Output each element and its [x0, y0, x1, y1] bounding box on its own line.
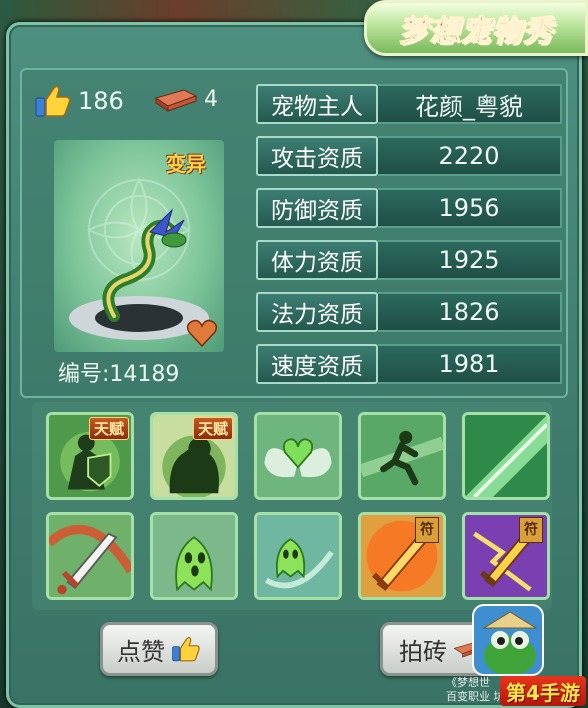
attr-label: 速度资质: [256, 344, 378, 384]
sword-icon: [49, 515, 131, 597]
skill-lightning-sword[interactable]: 符: [462, 512, 550, 600]
attr-label: 防御资质: [256, 188, 378, 228]
like-button[interactable]: 点赞: [100, 622, 218, 676]
skill-badge: 符: [415, 517, 439, 543]
skill-beast[interactable]: 天赋: [150, 412, 238, 500]
skill-dash[interactable]: [358, 412, 446, 500]
winged-heart-icon: [257, 415, 339, 497]
attr-label: 攻击资质: [256, 136, 378, 176]
running-figure-icon: [361, 415, 443, 497]
attr-owner: 宠物主人 花颜_粤貌: [256, 84, 562, 124]
ghost-wind-icon: [257, 515, 339, 597]
ghost-icon: [153, 515, 235, 597]
attr-speed: 速度资质 1981: [256, 344, 562, 384]
skill-fire-sword[interactable]: 符: [358, 512, 446, 600]
title-tab: 梦想宠物秀: [364, 0, 588, 56]
attr-value: 1826: [378, 292, 562, 332]
skill-ghost[interactable]: [150, 512, 238, 600]
mutation-tag: 变异: [166, 152, 206, 176]
thumbs-up-icon: [172, 636, 200, 662]
attr-label: 法力资质: [256, 292, 378, 332]
attr-defense: 防御资质 1956: [256, 188, 562, 228]
attr-value: 1925: [378, 240, 562, 280]
green-burst-icon: [465, 415, 547, 497]
attr-value: 2220: [378, 136, 562, 176]
site-watermark: 第4手游: [500, 676, 586, 706]
brick-button-label: 拍砖: [399, 637, 447, 666]
bricks-count: 4: [204, 86, 218, 112]
page-title: 梦想宠物秀: [398, 14, 554, 50]
skill-badge: 天赋: [192, 417, 233, 440]
likes-count: 186: [78, 87, 124, 115]
promo-app-icon[interactable]: [472, 604, 544, 676]
attr-mana: 法力资质 1826: [256, 292, 562, 332]
skill-heart-wings[interactable]: [254, 412, 342, 500]
attr-attack: 攻击资质 2220: [256, 136, 562, 176]
attr-value: 花颜_粤貌: [378, 84, 562, 124]
attr-label: 宠物主人: [256, 84, 378, 124]
attr-label: 体力资质: [256, 240, 378, 280]
heart-icon[interactable]: [186, 318, 218, 348]
skill-shield-warrior[interactable]: 天赋: [46, 412, 134, 500]
brick-icon: [154, 86, 198, 112]
like-button-label: 点赞: [117, 637, 165, 666]
attr-value: 1956: [378, 188, 562, 228]
attr-value: 1981: [378, 344, 562, 384]
frog-mascot-icon: [474, 606, 542, 674]
skill-sword[interactable]: [46, 512, 134, 600]
pet-id: 编号:14189: [58, 362, 180, 387]
skill-ghost-wind[interactable]: [254, 512, 342, 600]
thumbs-up-icon: [34, 84, 72, 118]
skill-green-burst[interactable]: [462, 412, 550, 500]
skill-badge: 符: [519, 517, 543, 543]
bricks-counter: 4: [154, 86, 218, 112]
likes-counter: 186: [34, 84, 124, 118]
skill-badge: 天赋: [88, 417, 129, 440]
attr-stamina: 体力资质 1925: [256, 240, 562, 280]
